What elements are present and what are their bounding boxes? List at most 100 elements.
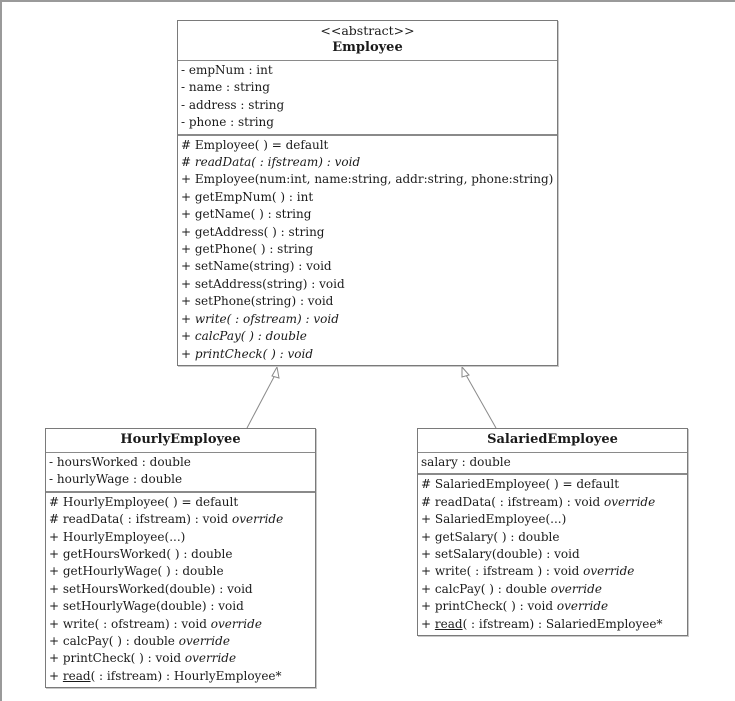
- class-employee[interactable]: <<abstract>> Employee - empNum : int - na…: [177, 20, 558, 366]
- member-text: + getHoursWorked( ) : double: [49, 547, 233, 562]
- class-salaried-employee[interactable]: SalariedEmployee salary : double # Salar…: [417, 428, 688, 637]
- class-name: Employee: [332, 40, 403, 55]
- operation-row: # readData( : ifstream) : void: [181, 154, 554, 171]
- member-text: - address : string: [181, 97, 285, 112]
- member-text: + printCheck( ) : void: [421, 599, 554, 614]
- inheritance-line: [465, 374, 497, 429]
- attribute-row: - phone : string: [181, 114, 554, 131]
- operation-row: + HourlyEmployee(...): [49, 529, 312, 546]
- member-text: + setPhone(string) : void: [181, 294, 334, 309]
- member-text: # Employee( ) = default: [181, 137, 329, 152]
- member-text: - phone : string: [181, 115, 274, 130]
- operation-row: # readData( : ifstream) : void override: [49, 511, 312, 528]
- operation-row: + setPhone(string) : void: [181, 293, 554, 310]
- operation-row: + getHoursWorked( ) : double: [49, 546, 312, 563]
- operation-row: + printCheck( ) : void override: [49, 650, 312, 667]
- attribute-row: - address : string: [181, 97, 554, 114]
- operation-row: + calcPay( ) : double override: [49, 633, 312, 650]
- operation-row: + setName(string) : void: [181, 258, 554, 275]
- member-text: # readData( : ifstream) : void: [181, 155, 361, 170]
- member-text: + setHourlyWage(double) : void: [49, 599, 244, 614]
- generalization-hourly-to-employee: [246, 365, 280, 429]
- operation-row: + getAddress( ) : string: [181, 224, 554, 241]
- inheritance-arrowhead-icon: [461, 365, 470, 378]
- operation-row: # Employee( ) = default: [181, 137, 554, 154]
- operation-row: + calcPay( ) : double override: [421, 581, 684, 598]
- method-signature: ( : ifstream) : HourlyEmployee*: [90, 668, 282, 683]
- attribute-row: - name : string: [181, 79, 554, 96]
- member-text: - empNum : int: [181, 63, 273, 77]
- attribute-row: - empNum : int: [181, 62, 554, 79]
- member-text: + getPhone( ) : string: [181, 242, 314, 257]
- override-modifier: override: [603, 494, 656, 509]
- member-text: - hourlyWage : double: [49, 472, 183, 487]
- member-text: + getEmpNum( ) : int: [181, 189, 314, 204]
- method-signature: ( : ifstream) : SalariedEmployee*: [462, 616, 663, 631]
- class-header: SalariedEmployee: [418, 429, 687, 453]
- operation-row: + write( : ofstream) : void override: [49, 616, 312, 633]
- operation-row: + read( : ifstream) : HourlyEmployee*: [49, 668, 312, 685]
- operation-row: + getSalary( ) : double: [421, 529, 684, 546]
- member-text: # SalariedEmployee( ) = default: [421, 477, 620, 492]
- operation-row: + SalariedEmployee(...): [421, 511, 684, 528]
- inheritance-line: [246, 374, 276, 429]
- operation-row: + read( : ifstream) : SalariedEmployee*: [421, 616, 684, 633]
- override-modifier: override: [556, 599, 609, 614]
- override-modifier: override: [231, 512, 284, 527]
- attribute-row: - hoursWorked : double: [49, 454, 312, 471]
- static-method-name: read: [434, 616, 463, 631]
- operations-section: # SalariedEmployee( ) = default # readDat…: [418, 474, 687, 635]
- class-name: SalariedEmployee: [487, 432, 618, 447]
- class-name: HourlyEmployee: [120, 432, 241, 447]
- generalization-salaried-to-employee: [461, 365, 497, 429]
- operation-row: + write( : ofstream) : void: [181, 311, 554, 328]
- operation-row: + setSalary(double) : void: [421, 546, 684, 563]
- member-text: + write( : ifstream ) : void: [421, 564, 580, 579]
- operation-row: + setHourlyWage(double) : void: [49, 598, 312, 615]
- member-text: # readData( : ifstream) : void: [49, 512, 229, 527]
- class-stereotype: <<abstract>>: [320, 23, 415, 38]
- member-text: + Employee(num:int, name:string, addr:st…: [181, 172, 554, 187]
- operation-row: + calcPay( ) : double: [181, 328, 554, 345]
- override-modifier: override: [178, 634, 230, 649]
- member-text: + calcPay( ) : double: [421, 581, 547, 596]
- member-text: + setSalary(double) : void: [421, 547, 580, 562]
- member-text: + setName(string) : void: [181, 259, 332, 274]
- member-text: + getAddress( ) : string: [181, 224, 325, 239]
- member-text: - name : string: [181, 80, 270, 95]
- member-text: - hoursWorked : double: [49, 455, 191, 469]
- class-hourly-employee[interactable]: HourlyEmployee - hoursWorked : double - h…: [45, 428, 316, 689]
- class-header: <<abstract>> Employee: [178, 21, 557, 61]
- member-text: + calcPay( ) : double: [49, 634, 175, 649]
- operation-row: + getHourlyWage( ) : double: [49, 563, 312, 580]
- operation-row: + getPhone( ) : string: [181, 241, 554, 258]
- page-frame-left: [0, 0, 2, 701]
- member-text: salary : double: [421, 455, 511, 469]
- member-text: + setAddress(string) : void: [181, 276, 345, 291]
- override-modifier: override: [550, 581, 602, 596]
- visibility-prefix: +: [49, 668, 63, 683]
- member-text: # readData( : ifstream) : void: [421, 494, 601, 509]
- operation-row: # readData( : ifstream) : void override: [421, 494, 684, 511]
- operation-row: + setHoursWorked(double) : void: [49, 581, 312, 598]
- operation-row: # HourlyEmployee( ) = default: [49, 494, 312, 511]
- operation-row: + getName( ) : string: [181, 206, 554, 223]
- operation-row: + write( : ifstream ) : void override: [421, 563, 684, 580]
- operations-section: # Employee( ) = default # readData( : ifs…: [178, 134, 557, 365]
- member-text: # HourlyEmployee( ) = default: [49, 494, 239, 509]
- attribute-row: salary : double: [421, 454, 684, 471]
- member-text: + HourlyEmployee(...): [49, 529, 186, 544]
- class-header: HourlyEmployee: [46, 429, 315, 453]
- override-modifier: override: [583, 564, 635, 579]
- operation-row: + Employee(num:int, name:string, addr:st…: [181, 171, 554, 188]
- operation-row: + printCheck( ) : void override: [421, 598, 684, 615]
- operation-row: # SalariedEmployee( ) = default: [421, 476, 684, 493]
- visibility-prefix: +: [421, 616, 435, 631]
- member-text: + calcPay( ) : double: [181, 329, 307, 344]
- operations-section: # HourlyEmployee( ) = default # readData(…: [46, 491, 315, 687]
- override-modifier: override: [210, 616, 262, 631]
- attributes-section: salary : double: [418, 453, 687, 475]
- inheritance-arrowhead-icon: [271, 365, 280, 379]
- attributes-section: - hoursWorked : double - hourlyWage : dou…: [46, 453, 315, 492]
- member-text: + setHoursWorked(double) : void: [49, 581, 253, 596]
